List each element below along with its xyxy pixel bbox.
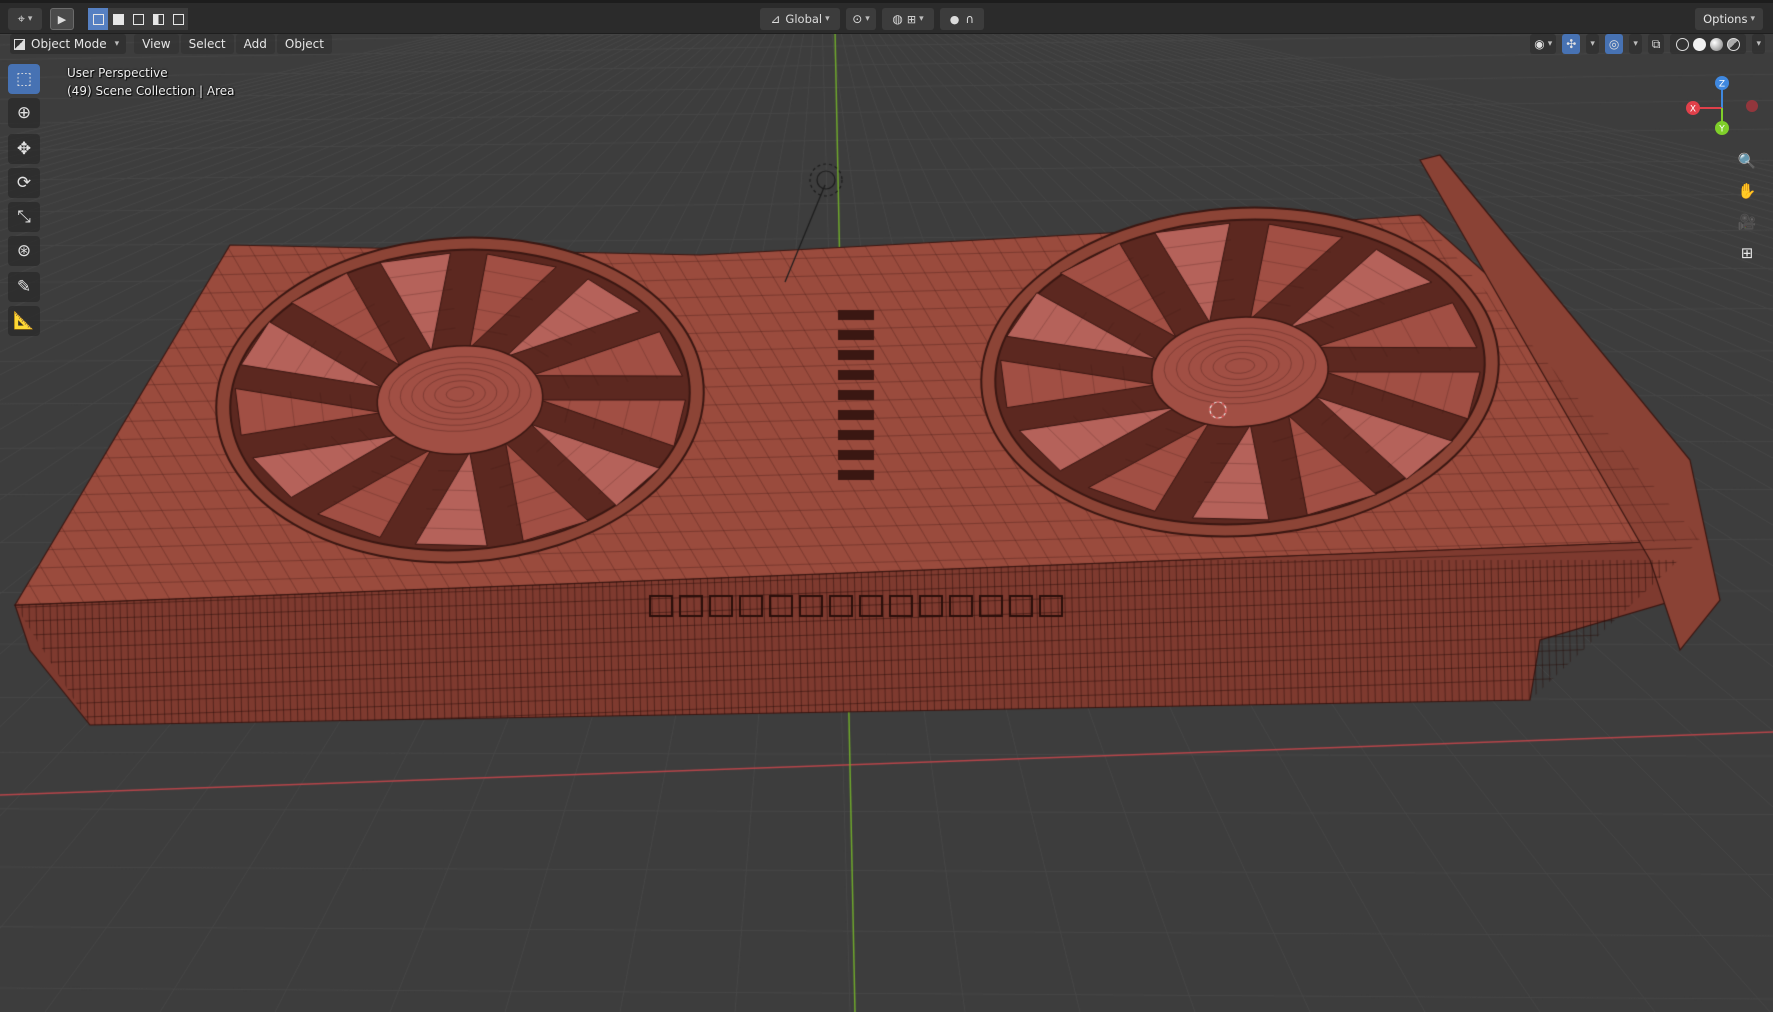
rendered-shading-icon[interactable] (1727, 37, 1741, 51)
cursor-arrow-icon: ▶ (57, 12, 67, 26)
viewport-editor-icon: ⌖ (17, 11, 25, 27)
select-tool-toggle[interactable]: ▶ (50, 8, 74, 30)
overlays-toggle[interactable]: ◎ (1604, 34, 1624, 54)
camera-view-icon: 🎥 (1737, 213, 1757, 231)
x-axis-label: X (1690, 105, 1696, 115)
measure-tool[interactable]: 📐 (8, 306, 40, 336)
scale-icon: ⤡ (17, 207, 31, 227)
zoom-icon: 🔍 (1737, 152, 1757, 170)
xray-toggle[interactable]: ⧉ (1647, 34, 1665, 54)
square-plus-icon (112, 13, 124, 25)
menu-select[interactable]: Select (180, 34, 234, 54)
options-label: Options (1703, 12, 1748, 26)
navigation-gizmo[interactable]: Z X Y (1670, 74, 1770, 144)
falloff-curve-icon: ∩ (965, 12, 975, 26)
cursor-icon: ⊕ (16, 103, 32, 123)
orientation-icon: ⊿ (770, 12, 781, 26)
menu-view[interactable]: View (134, 34, 179, 54)
snap-increment-icon: ⊞ (906, 12, 917, 26)
cursor-tool[interactable]: ⊕ (8, 98, 40, 128)
solid-shading-icon[interactable] (1693, 37, 1707, 51)
camera-view-button[interactable]: 🎥 (1732, 208, 1762, 236)
gizmo-dropdown[interactable]: ▾ (1586, 34, 1599, 54)
pivot-point-dropdown[interactable]: ⊙ ▾ (846, 8, 876, 30)
select-box-icon: ⬚ (15, 69, 33, 89)
move-tool[interactable]: ✥ (8, 134, 40, 164)
measure-icon: 📐 (13, 311, 35, 331)
ortho-toggle-button[interactable]: ⊞ (1732, 239, 1762, 267)
select-invert-mode[interactable] (148, 8, 168, 30)
transform-tool[interactable]: ⊛ (8, 236, 40, 266)
move-icon: ✥ (16, 139, 32, 159)
shading-modes (1670, 34, 1747, 54)
viewport-menubar: Object Mode ▾ View Select Add Object (10, 33, 334, 55)
pivot-icon: ⊙ (852, 12, 863, 26)
square-icon (92, 13, 104, 25)
select-box-tool[interactable]: ⬚ (8, 64, 40, 94)
visibility-dropdown[interactable]: ◉ ▾ (1530, 34, 1557, 54)
annotate-icon: ✎ (16, 277, 32, 297)
snapping-dropdown[interactable]: ◍ ⊞ ▾ (882, 8, 934, 30)
eye-icon: ◉ (1534, 37, 1545, 51)
z-axis-label: Z (1719, 80, 1725, 90)
viewport-display-controls: ◉ ▾ ✣ ▾ ◎ ▾ ⧉ ▾ (1530, 33, 1765, 55)
square-invert-icon (152, 13, 164, 25)
wireframe-shading-icon[interactable] (1676, 37, 1690, 51)
3d-viewport[interactable] (0, 0, 1773, 1012)
pan-hand-icon: ✋ (1737, 182, 1757, 200)
annotate-tool[interactable]: ✎ (8, 272, 40, 302)
menu-object[interactable]: Object (276, 34, 332, 54)
pan-button[interactable]: ✋ (1732, 177, 1762, 205)
select-extend-mode[interactable] (108, 8, 128, 30)
magnet-icon: ◍ (892, 12, 903, 26)
viewport-header: ⌖ ▾ ▶ ⊿ Global ▾ ⊙ ▾ ◍ ⊞ ▾ ● ∩ Options ▾ (0, 0, 1773, 34)
scale-tool[interactable]: ⤡ (8, 202, 40, 232)
object-mode-dropdown[interactable]: Object Mode ▾ (10, 34, 127, 54)
overlays-dropdown[interactable]: ▾ (1629, 34, 1642, 54)
material-shading-icon[interactable] (1710, 37, 1724, 51)
menu-add[interactable]: Add (235, 34, 275, 54)
square-intersect-icon (172, 13, 184, 25)
view-name: User Perspective (67, 66, 168, 80)
zoom-button[interactable]: 🔍 (1732, 147, 1762, 175)
select-intersect-mode[interactable] (168, 8, 188, 30)
editor-type-button[interactable]: ⌖ ▾ (8, 8, 42, 30)
transform-icon: ⊛ (16, 241, 32, 261)
collection-info: (49) Scene Collection | Area (67, 84, 235, 98)
gizmo-icon: ✣ (1566, 37, 1577, 51)
tool-shelf: ⬚ ⊕ ✥ ⟳ ⤡ ⊛ ✎ 📐 (8, 64, 42, 340)
gizmo-toggle[interactable]: ✣ (1562, 34, 1581, 54)
shading-dropdown[interactable]: ▾ (1752, 34, 1765, 54)
orientation-label: Global (785, 12, 823, 26)
rotate-tool[interactable]: ⟳ (8, 168, 40, 198)
rotate-icon: ⟳ (16, 173, 32, 193)
mode-label: Object Mode (31, 37, 107, 51)
object-mode-icon (14, 38, 25, 50)
viewport-info: User Perspective (49) Scene Collection |… (67, 64, 235, 100)
select-new-mode[interactable] (88, 8, 108, 30)
select-subtract-mode[interactable] (128, 8, 148, 30)
transform-orientation-dropdown[interactable]: ⊿ Global ▾ (760, 8, 840, 30)
proportional-edit-icon: ● (949, 12, 960, 26)
options-dropdown[interactable]: Options ▾ (1695, 8, 1763, 30)
xray-icon: ⧉ (1651, 36, 1661, 51)
proportional-editing[interactable]: ● ∩ (940, 8, 984, 30)
overlays-icon: ◎ (1608, 37, 1620, 51)
ortho-grid-icon: ⊞ (1740, 244, 1754, 262)
square-minus-icon (132, 13, 144, 25)
selection-mode-group (88, 8, 188, 30)
neg-x-axis-handle[interactable] (1746, 100, 1758, 112)
y-axis-label: Y (1718, 125, 1725, 135)
